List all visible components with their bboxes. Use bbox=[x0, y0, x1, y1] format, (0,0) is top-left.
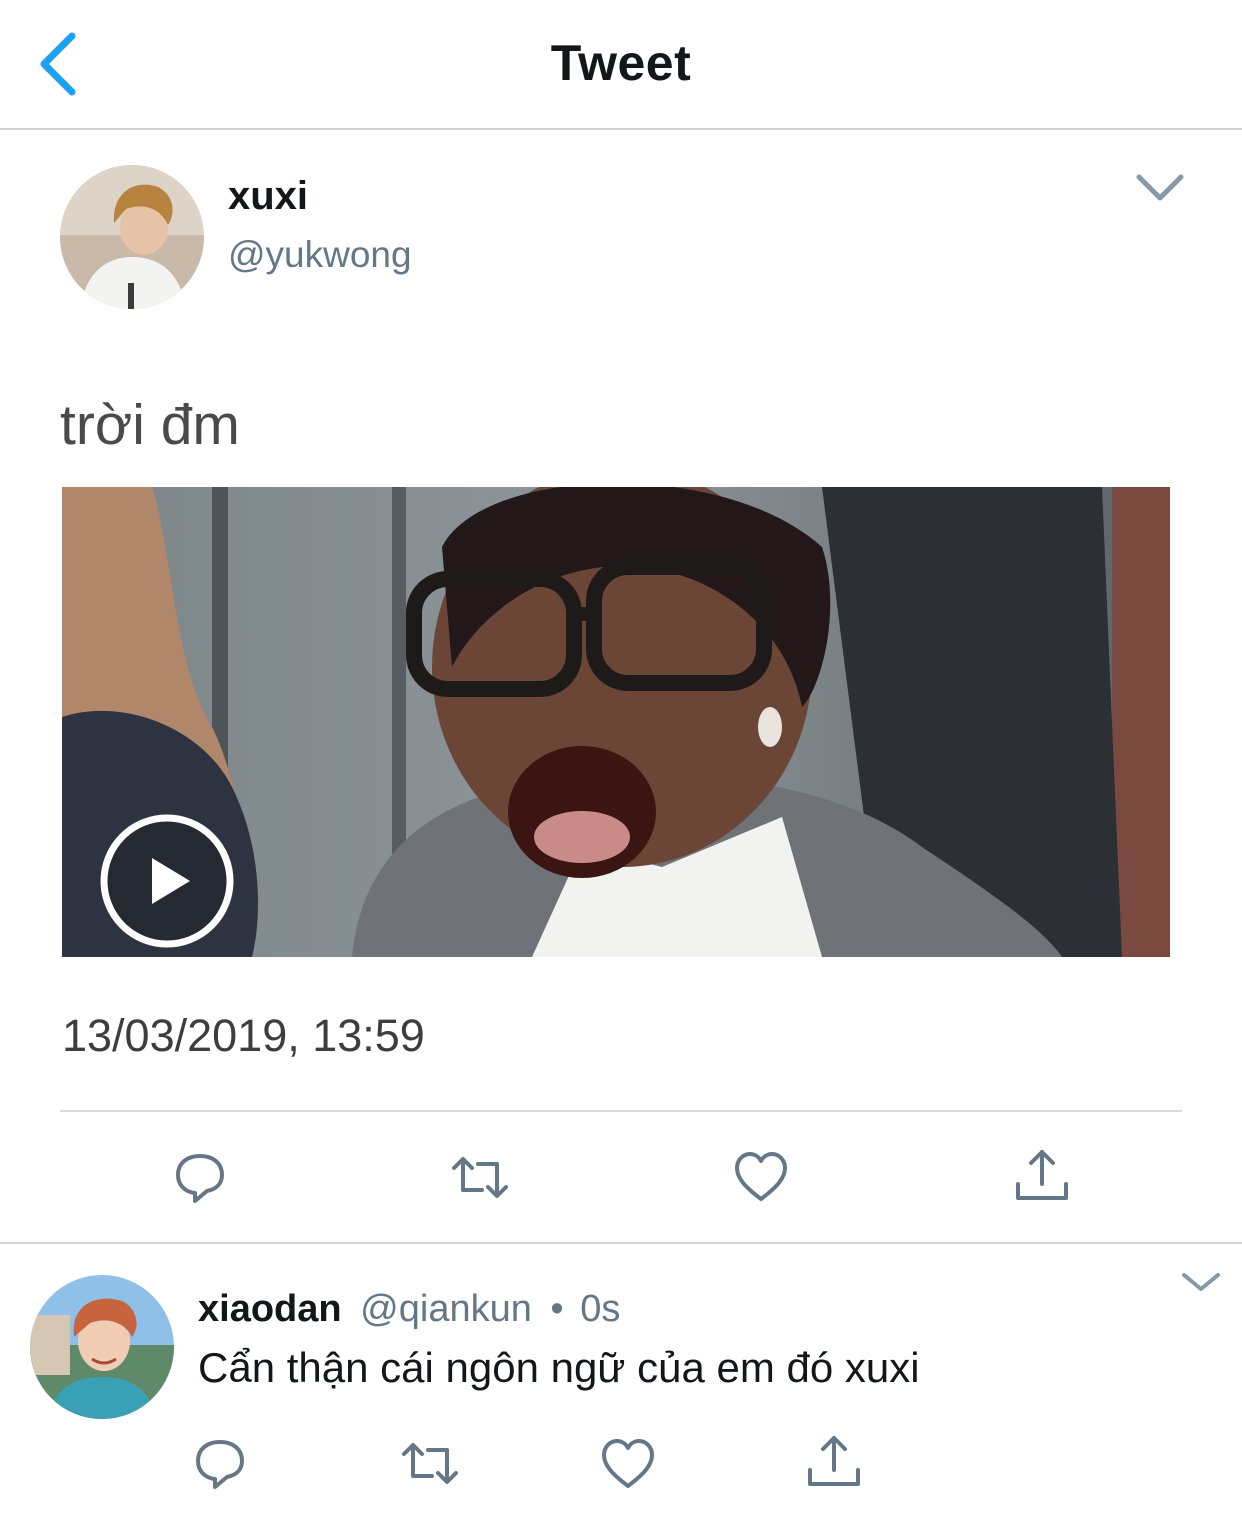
play-button[interactable] bbox=[98, 812, 236, 950]
retweet-icon bbox=[402, 1443, 458, 1484]
reply-header: xiaodan @qiankun • 0s bbox=[198, 1288, 620, 1331]
author-handle[interactable]: @yukwong bbox=[228, 234, 412, 276]
reply-like-button[interactable] bbox=[598, 1434, 658, 1494]
author-name[interactable]: xuxi bbox=[228, 174, 308, 219]
reply-button[interactable] bbox=[170, 1148, 230, 1208]
play-icon bbox=[100, 814, 234, 948]
navigation-bar: Tweet bbox=[0, 0, 1242, 130]
reply-share-button[interactable] bbox=[804, 1432, 864, 1492]
reply-author-name[interactable]: xiaodan bbox=[198, 1288, 342, 1330]
reply-time: 0s bbox=[580, 1288, 621, 1330]
retweet-icon bbox=[452, 1157, 508, 1198]
page-title: Tweet bbox=[550, 35, 692, 91]
like-icon bbox=[602, 1439, 654, 1488]
reply-icon bbox=[176, 1154, 224, 1203]
tweet-options-button[interactable] bbox=[1134, 170, 1186, 204]
divider bbox=[60, 1110, 1182, 1112]
reply-author-handle[interactable]: @qiankun bbox=[360, 1288, 532, 1330]
divider bbox=[0, 1242, 1242, 1244]
retweet-button[interactable] bbox=[450, 1148, 510, 1208]
chevron-down-icon bbox=[1136, 174, 1184, 201]
tweet-timestamp: 13/03/2019, 13:59 bbox=[62, 1010, 425, 1061]
reply-icon bbox=[196, 1440, 244, 1489]
chevron-down-icon bbox=[1182, 1273, 1220, 1291]
tweet-text: trời đm bbox=[60, 393, 240, 457]
like-icon bbox=[735, 1152, 787, 1201]
share-icon bbox=[808, 1436, 860, 1486]
like-button[interactable] bbox=[731, 1147, 791, 1207]
reply-reply-button[interactable] bbox=[190, 1434, 250, 1494]
reply-text: Cẩn thận cái ngôn ngữ của em đó xuxi bbox=[198, 1344, 920, 1391]
author-avatar[interactable] bbox=[60, 165, 204, 309]
reply-author-avatar[interactable] bbox=[30, 1275, 174, 1419]
reply-retweet-button[interactable] bbox=[400, 1434, 460, 1494]
share-button[interactable] bbox=[1012, 1146, 1072, 1206]
reply-separator: • bbox=[550, 1288, 564, 1330]
reply-options-button[interactable] bbox=[1180, 1270, 1222, 1294]
share-icon bbox=[1016, 1150, 1068, 1200]
